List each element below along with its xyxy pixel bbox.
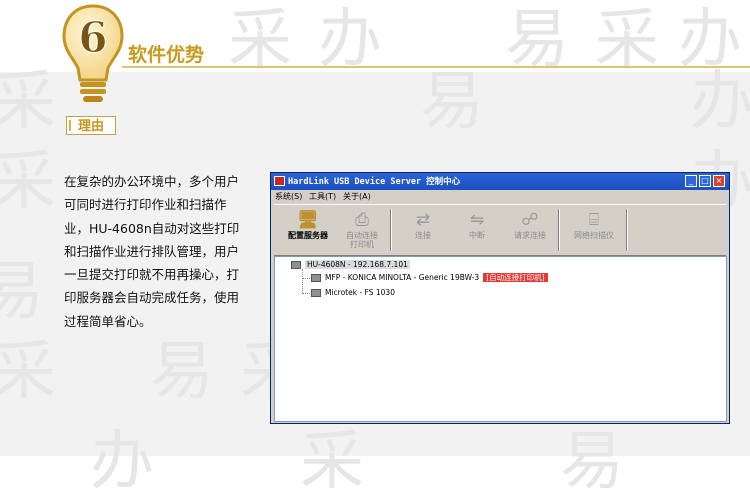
watermark-8: 办 bbox=[690, 65, 750, 139]
request-connect-icon: ☍ bbox=[521, 210, 539, 230]
badge-number: 6 bbox=[78, 13, 107, 62]
watermark-12: 采 bbox=[0, 335, 56, 409]
network-scanner-button[interactable]: ⌸ 网络扫描仪 bbox=[566, 208, 622, 252]
auto-printer-icon: ⎙ bbox=[355, 210, 369, 230]
menu-bar: 系统(S) 工具(T) 关于(A) bbox=[271, 190, 729, 203]
close-button[interactable]: × bbox=[713, 175, 725, 187]
toolbar: 🖥 配置服务器 ⎙ 自动连接 打印机 ⇄ 连接 ⇋ 中断 ☍ 请求连接 ⌸ 网络… bbox=[274, 204, 726, 256]
app-icon bbox=[274, 176, 285, 186]
request-connect-button[interactable]: ☍ 请求连接 bbox=[506, 208, 554, 252]
toolbar-separator bbox=[558, 209, 560, 251]
tree-connector bbox=[302, 278, 310, 279]
watermark-14: 易 bbox=[150, 335, 214, 409]
description-text: 在复杂的办公环境中，多个用户可同时进行打印作业和扫描作业，HU-4608n自动对… bbox=[64, 174, 240, 329]
window-titlebar[interactable]: HardLink USB Device Server 控制中心 _ □ × bbox=[271, 173, 729, 190]
disconnect-button[interactable]: ⇋ 中断 bbox=[456, 208, 498, 252]
configure-server-button[interactable]: 🖥 配置服务器 bbox=[280, 208, 336, 252]
watermark-2: 办 bbox=[318, 3, 382, 77]
watermark-11: 易 bbox=[0, 255, 44, 329]
watermark-3: 易 bbox=[505, 3, 569, 77]
watermark-5: 办 bbox=[678, 3, 742, 77]
lightbulb-icon: 6 bbox=[58, 2, 128, 112]
scanner-icon bbox=[311, 289, 321, 297]
app-window: HardLink USB Device Server 控制中心 _ □ × 系统… bbox=[270, 172, 730, 424]
connect-icon: ⇄ bbox=[415, 210, 431, 230]
watermark-13: 办 bbox=[90, 425, 154, 499]
auto-connect-badge: [自动连接打印机] bbox=[483, 273, 548, 282]
tree-root-server[interactable]: HU-4608N - 192.168.7.101 bbox=[291, 260, 410, 270]
network-scanner-icon: ⌸ bbox=[588, 210, 600, 230]
disconnect-icon: ⇋ bbox=[469, 210, 485, 230]
minimize-button[interactable]: _ bbox=[685, 175, 697, 187]
printer-icon bbox=[311, 274, 321, 282]
title-divider bbox=[122, 66, 750, 68]
watermark-1: 采 bbox=[228, 3, 292, 77]
menu-system[interactable]: 系统(S) bbox=[275, 191, 302, 202]
maximize-button[interactable]: □ bbox=[699, 175, 711, 187]
tree-connector bbox=[302, 293, 310, 294]
watermark-6: 采 bbox=[0, 65, 56, 139]
toolbar-separator bbox=[626, 209, 628, 251]
tree-item-printer[interactable]: MFP - KONICA MINOLTA - Generic 19BW-3 [自动… bbox=[311, 273, 548, 283]
server-config-icon: 🖥 bbox=[297, 210, 319, 230]
watermark-22: 易 bbox=[560, 425, 624, 499]
tree-item-scanner[interactable]: Microtek - FS 1030 bbox=[311, 288, 395, 298]
tree-connector bbox=[302, 269, 303, 293]
toolbar-separator bbox=[390, 209, 392, 251]
watermark-7: 易 bbox=[420, 65, 484, 139]
menu-tools[interactable]: 工具(T) bbox=[309, 191, 336, 202]
watermark-4: 采 bbox=[595, 3, 659, 77]
auto-connect-printer-button[interactable]: ⎙ 自动连接 打印机 bbox=[338, 208, 386, 252]
section-title: 软件优势 bbox=[128, 44, 205, 66]
server-icon bbox=[291, 261, 301, 269]
watermark-9: 采 bbox=[0, 145, 56, 219]
menu-about[interactable]: 关于(A) bbox=[343, 191, 371, 202]
window-title: HardLink USB Device Server 控制中心 bbox=[288, 177, 461, 187]
reason-tag: 理由 bbox=[66, 116, 116, 135]
connect-button[interactable]: ⇄ 连接 bbox=[402, 208, 444, 252]
watermark-21: 采 bbox=[300, 425, 364, 499]
device-tree: HU-4608N - 192.168.7.101 MFP - KONICA MI… bbox=[274, 256, 727, 422]
